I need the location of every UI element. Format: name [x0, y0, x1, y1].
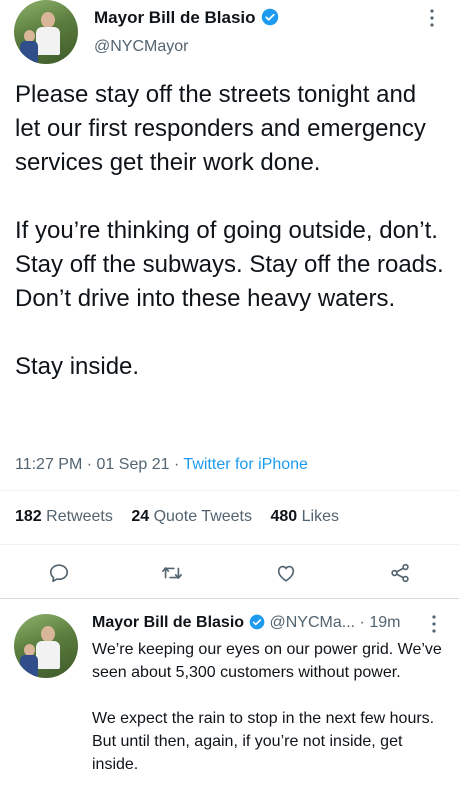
tweet-text: Please stay off the streets tonight and …	[15, 81, 444, 380]
author-name[interactable]: Mayor Bill de Blasio	[94, 8, 279, 31]
reply-text: We’re keeping our eyes on our power grid…	[92, 641, 442, 773]
reply-author-name[interactable]: Mayor Bill de Blasio	[92, 614, 244, 631]
divider	[0, 544, 459, 545]
divider	[0, 598, 459, 599]
likes-stat[interactable]: 480 Likes	[270, 508, 339, 525]
author-avatar[interactable]	[14, 0, 78, 64]
reply-age[interactable]: 19m	[369, 614, 400, 631]
retweets-stat[interactable]: 182 Retweets	[15, 508, 113, 525]
retweet-icon[interactable]	[157, 558, 187, 588]
verified-badge-icon	[261, 8, 279, 31]
author-handle[interactable]: @NYCMayor	[94, 38, 188, 56]
divider	[0, 490, 459, 491]
tweet-time[interactable]: 11:27 PM	[15, 456, 82, 473]
share-icon[interactable]	[385, 558, 415, 588]
tweet-source-link[interactable]: Twitter for iPhone	[183, 456, 308, 473]
tweet-actions	[0, 558, 459, 588]
like-icon[interactable]	[271, 558, 301, 588]
tweet-stats: 182 Retweets 24 Quote Tweets 480 Likes	[15, 508, 339, 526]
quote-tweets-stat[interactable]: 24 Quote Tweets	[131, 508, 252, 525]
verified-badge-icon	[249, 614, 265, 635]
reply-author-handle[interactable]: @NYCMa...	[270, 614, 356, 631]
reply-icon[interactable]	[44, 558, 74, 588]
reply-author-avatar[interactable]	[14, 614, 78, 678]
tweet-meta: 11:27 PM · 01 Sep 21 · Twitter for iPhon…	[15, 456, 308, 473]
reply-more-options-icon[interactable]	[430, 614, 438, 639]
reply-header: Mayor Bill de Blasio @NYCMa... · 19m	[92, 614, 400, 635]
more-options-icon[interactable]	[428, 8, 436, 33]
tweet-date[interactable]: 01 Sep 21	[97, 456, 170, 473]
